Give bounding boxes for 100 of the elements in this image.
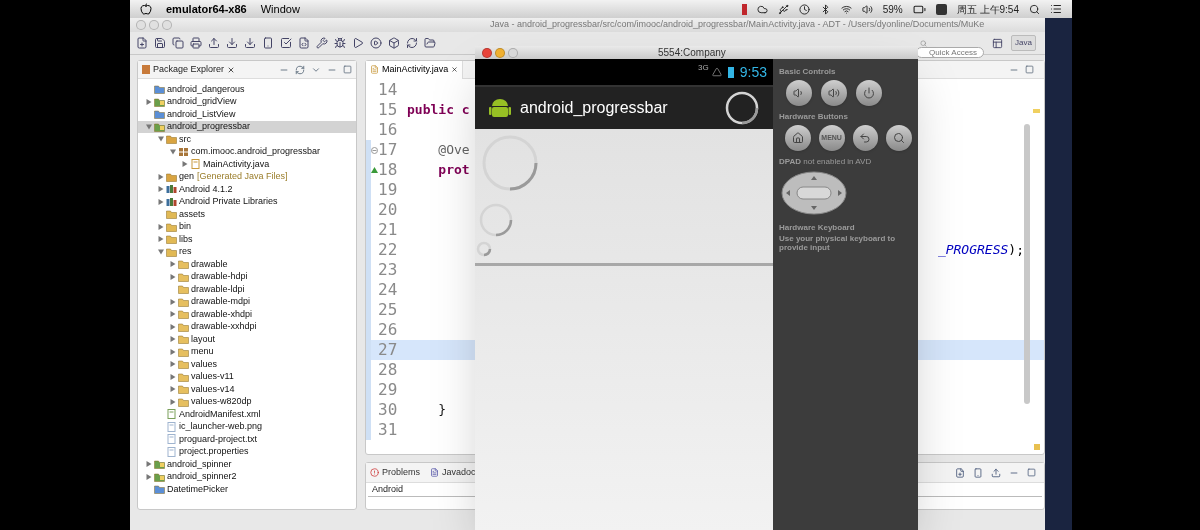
tree-item[interactable]: MainActivity.java [138, 158, 356, 171]
tree-item[interactable]: drawable-xxhdpi [138, 320, 356, 333]
maximize-icon[interactable] [1027, 467, 1036, 477]
device-icon[interactable] [973, 467, 983, 478]
open-perspective-icon[interactable] [992, 37, 1004, 49]
export-icon[interactable] [991, 467, 1001, 478]
tree-item[interactable]: src [138, 133, 356, 146]
tree-item[interactable]: android_progressbar [138, 120, 356, 133]
close-icon[interactable] [451, 66, 459, 73]
tree-item[interactable]: android_dangerous [138, 83, 356, 96]
clock-icon[interactable] [798, 3, 810, 15]
collapsed-arrow-icon[interactable] [146, 98, 152, 105]
printer-icon[interactable] [190, 37, 202, 49]
box-icon[interactable] [388, 37, 400, 49]
new-file-icon[interactable] [136, 37, 148, 49]
tree-item[interactable]: menu [138, 345, 356, 358]
tree-item[interactable]: bin [138, 220, 356, 233]
play-icon[interactable] [352, 37, 364, 49]
panel-tab[interactable]: Problems [370, 465, 420, 480]
tree-label: layout [191, 332, 216, 346]
warning-marker[interactable] [1034, 444, 1040, 450]
battery-percent[interactable]: 59% [882, 1, 903, 17]
tree-item[interactable]: values-v11 [138, 370, 356, 383]
list-icon[interactable] [1050, 3, 1062, 15]
close-icon[interactable] [227, 65, 236, 74]
fold-icon[interactable] [371, 146, 378, 154]
app-name[interactable]: emulator64-x86 [166, 0, 247, 18]
tree-item[interactable]: assets [138, 208, 356, 221]
scrollbar[interactable] [1024, 124, 1030, 404]
folder-icon[interactable] [424, 37, 436, 49]
tree-item[interactable]: libs [138, 233, 356, 246]
power-button[interactable] [856, 80, 882, 106]
tree-item[interactable]: res [138, 245, 356, 258]
tree-label: drawable-hdpi [191, 270, 248, 283]
volume-up-button[interactable] [821, 80, 847, 106]
tree-item[interactable]: android_spinner2 [138, 470, 356, 483]
tree-item[interactable]: Android Private Libraries [138, 195, 356, 208]
tree-item[interactable]: values [138, 358, 356, 371]
usb-icon[interactable] [777, 3, 789, 15]
play-icon[interactable] [370, 37, 382, 49]
tree-item[interactable]: project.properties [138, 445, 356, 458]
file-icon[interactable] [298, 37, 310, 49]
collapsed-arrow-icon[interactable] [182, 161, 188, 168]
tree-item[interactable]: layout [138, 333, 356, 346]
phone-icon[interactable] [262, 37, 274, 49]
editor-tab[interactable]: MainActivity.java [366, 60, 464, 79]
volume-down-button[interactable] [786, 80, 812, 106]
status-icon[interactable] [741, 3, 747, 15]
folder-icon [178, 396, 189, 407]
tree-item[interactable]: drawable-mdpi [138, 295, 356, 308]
maximize-icon[interactable] [1025, 64, 1034, 74]
save-icon[interactable] [154, 37, 166, 49]
file-icon [166, 434, 177, 445]
tree-item[interactable]: values-v14 [138, 383, 356, 396]
tree-item[interactable]: ic_launcher-web.png [138, 420, 356, 433]
tree-item[interactable]: values-w820dp [138, 395, 356, 408]
cloud-icon[interactable] [756, 3, 768, 15]
close-button[interactable] [482, 47, 492, 58]
warning-marker[interactable] [1033, 109, 1040, 113]
tree-item[interactable]: drawable-hdpi [138, 270, 356, 283]
expanded-arrow-icon[interactable] [158, 248, 164, 255]
panel-tab[interactable]: Javadoc [430, 465, 476, 480]
minimize-button[interactable] [495, 47, 505, 58]
dpad-drawing[interactable] [781, 171, 847, 215]
new-icon[interactable] [955, 467, 965, 478]
menu-item[interactable]: Window [260, 0, 300, 18]
tree-item[interactable]: android_gridView [138, 95, 356, 108]
tree-item[interactable]: DatetimePicker [138, 483, 356, 496]
link-icon[interactable] [295, 64, 305, 75]
tree-item[interactable]: Android 4.1.2 [138, 183, 356, 196]
wifi-icon[interactable] [840, 3, 852, 15]
tree-label: com.imooc.android_progressbar [191, 145, 321, 158]
tree-item[interactable]: AndroidManifest.xml [138, 408, 356, 421]
bug-icon[interactable] [334, 37, 346, 49]
tree-item[interactable]: android_spinner [138, 458, 356, 471]
tree-item[interactable]: gen [Generated Java Files] [138, 170, 356, 183]
maximize-icon[interactable] [343, 64, 352, 74]
apple-icon[interactable] [140, 3, 152, 15]
volume-icon[interactable] [861, 3, 873, 15]
menu-clock[interactable]: 周五 上午9:54 [956, 1, 1019, 17]
back-button[interactable] [852, 125, 879, 151]
tree-item[interactable]: drawable [138, 258, 356, 271]
tree-item[interactable]: proguard-project.txt [138, 433, 356, 446]
tree-item[interactable]: drawable-ldpi [138, 283, 356, 296]
app-icon[interactable] [935, 3, 947, 15]
tree-item[interactable]: android_ListView [138, 108, 356, 121]
search-button[interactable] [886, 125, 912, 151]
tree-item[interactable]: com.imooc.android_progressbar [138, 145, 356, 158]
tree-item[interactable]: drawable-xhdpi [138, 308, 356, 321]
download-icon[interactable] [244, 37, 256, 49]
download-icon[interactable] [226, 37, 238, 49]
copy-icon[interactable] [172, 37, 184, 49]
perspective-button[interactable]: Java [1011, 35, 1036, 51]
wrench-icon[interactable] [316, 37, 328, 49]
upload-icon[interactable] [208, 37, 220, 49]
quick-access-field[interactable]: Quick Access [916, 46, 985, 58]
checkbox-icon[interactable] [280, 37, 292, 49]
refresh-icon[interactable] [406, 37, 418, 49]
home-button[interactable] [785, 125, 811, 151]
search-icon[interactable] [1029, 3, 1040, 15]
